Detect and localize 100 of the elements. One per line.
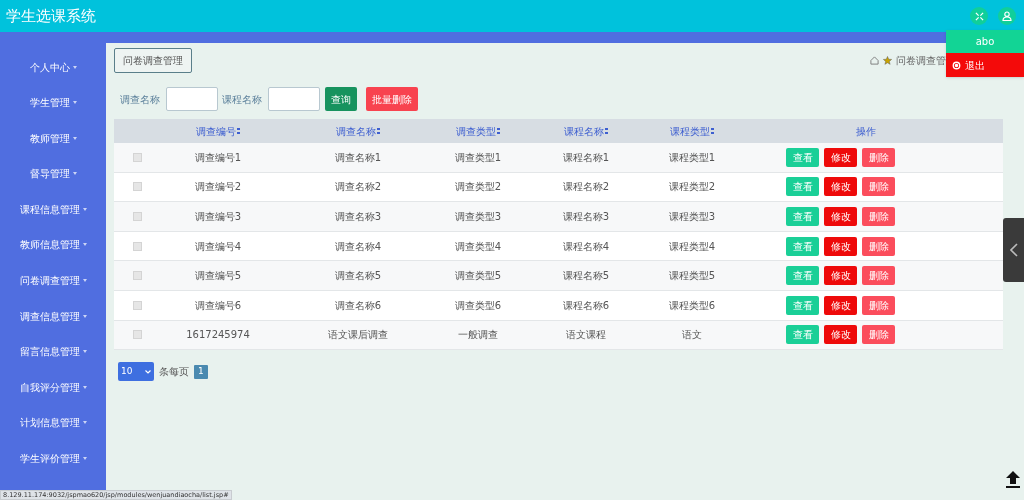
table-cell-text: 课程名称4: [562, 239, 610, 254]
sort-icon: [237, 128, 240, 134]
table-cell-text: 课程类型4: [668, 239, 716, 254]
row-checkbox[interactable]: [132, 241, 142, 251]
field-label: 调查名称: [120, 92, 160, 107]
caret-icon: [82, 207, 87, 211]
caret-icon: [82, 314, 87, 318]
sidebar-item[interactable]: 教师信息管理: [0, 235, 106, 254]
page-title: 问卷调查管理: [114, 48, 192, 73]
delete-button[interactable]: 删除: [862, 266, 895, 286]
delete-button[interactable]: 删除: [862, 147, 895, 167]
page-button[interactable]: 1: [194, 364, 208, 379]
table-cell-text: 调查名称3: [334, 210, 382, 224]
row-checkbox[interactable]: [132, 212, 142, 221]
column-header[interactable]: 调查编号: [196, 123, 240, 139]
edit-button[interactable]: 修改: [824, 236, 857, 256]
delete-button[interactable]: 删除: [862, 325, 895, 345]
table-cell-text: 调查类型2: [454, 180, 502, 195]
upload-arrow-icon[interactable]: [1005, 470, 1021, 488]
sidebar-item[interactable]: 学生评价管理: [0, 449, 106, 468]
table-cell-text: 调查编号5: [194, 269, 242, 284]
caret-icon: [72, 172, 77, 176]
table-cell-text: 课程名称3: [562, 210, 610, 224]
column-header[interactable]: 调查类型: [456, 123, 500, 139]
app-title: 学生选课系统: [6, 5, 96, 27]
table-cell-text: 课程类型5: [668, 269, 716, 284]
table-cell-text: 调查名称1: [334, 150, 382, 165]
table-cell-text: 课程名称6: [562, 298, 610, 313]
table-cell-text: 调查名称4: [334, 239, 382, 254]
caret-icon: [72, 101, 77, 105]
table-cell-text: 语文: [682, 328, 702, 343]
chevron-down-icon: [145, 369, 151, 374]
caret-icon: [82, 421, 87, 425]
column-header[interactable]: 课程名称: [564, 123, 608, 139]
sort-icon: [497, 128, 500, 134]
table-cell-text: 调查编号6: [194, 298, 242, 313]
logout-item[interactable]: 退出: [946, 53, 1024, 77]
table-cell-text: 调查编号4: [194, 239, 242, 254]
search-field[interactable]: [268, 87, 320, 111]
query-button[interactable]: 查询: [325, 87, 357, 111]
delete-button[interactable]: 删除: [862, 177, 895, 197]
delete-button[interactable]: 删除: [862, 207, 895, 226]
column-header[interactable]: 课程类型: [670, 123, 714, 139]
sidebar-item[interactable]: 问卷调查管理: [0, 271, 106, 290]
row-checkbox[interactable]: [132, 152, 142, 162]
page-size-select[interactable]: 10: [118, 362, 154, 382]
sidebar-item[interactable]: 学生管理: [0, 93, 106, 112]
row-checkbox[interactable]: [132, 330, 142, 340]
caret-icon: [82, 457, 87, 461]
sidebar-item[interactable]: 教师管理: [0, 129, 106, 148]
field-label: 课程名称: [222, 92, 262, 107]
delete-button[interactable]: 删除: [862, 236, 895, 256]
home-icon: [870, 56, 879, 65]
edit-button[interactable]: 修改: [824, 177, 857, 197]
table-cell-text: 调查编号1: [194, 150, 242, 165]
per-page-label: 条每页: [159, 365, 189, 380]
sidebar-item[interactable]: 督导管理: [0, 164, 106, 183]
star-icon: [883, 56, 892, 65]
user-button[interactable]: [998, 7, 1016, 25]
table-cell-text: 课程名称1: [562, 150, 610, 165]
row-checkbox[interactable]: [132, 182, 142, 192]
breadcrumb-text: 问卷调查管: [896, 54, 946, 68]
caret-icon: [72, 65, 77, 69]
column-header[interactable]: 调查名称: [336, 123, 380, 139]
sidebar-item[interactable]: 自我评分管理: [0, 378, 106, 397]
batch-delete-button[interactable]: 批量删除: [366, 87, 418, 111]
sidebar-item[interactable]: 计划信息管理: [0, 413, 106, 432]
sidebar-item[interactable]: 调查信息管理: [0, 307, 106, 326]
table-cell-text: 调查类型4: [454, 239, 502, 254]
column-header: 操作: [855, 124, 876, 139]
table-cell-text: 课程类型3: [668, 210, 716, 224]
caret-icon: [72, 136, 77, 140]
fullscreen-button[interactable]: [970, 7, 988, 25]
table-cell-text: 调查编号3: [194, 210, 242, 224]
row-checkbox[interactable]: [132, 271, 142, 281]
sort-icon: [377, 128, 380, 134]
search-field[interactable]: [166, 87, 218, 111]
edit-button[interactable]: 修改: [824, 325, 857, 345]
chevron-left-icon: [1009, 243, 1018, 257]
caret-icon: [82, 243, 87, 247]
delete-button[interactable]: 删除: [862, 295, 895, 315]
table-cell-text: 调查名称2: [334, 180, 382, 195]
table-cell-text: 调查名称5: [334, 269, 382, 284]
table-cell-text: 语文课后调查: [328, 328, 388, 343]
sidebar-item[interactable]: 留言信息管理: [0, 342, 106, 361]
edit-button[interactable]: 修改: [824, 207, 857, 226]
table-cell-text: 课程名称2: [562, 180, 610, 195]
table-cell-text: 课程名称5: [562, 269, 610, 284]
sidebar-item[interactable]: 个人中心: [0, 58, 106, 76]
table-cell-text: 调查编号2: [194, 180, 242, 195]
edit-button[interactable]: 修改: [824, 266, 857, 286]
sidebar-item[interactable]: 课程信息管理: [0, 200, 106, 219]
table-cell-text: 1617245974: [186, 328, 250, 343]
caret-icon: [82, 385, 87, 389]
edit-button[interactable]: 修改: [824, 147, 857, 167]
edit-button[interactable]: 修改: [824, 295, 857, 315]
row-checkbox[interactable]: [132, 300, 142, 310]
logout-icon: [952, 60, 961, 70]
side-panel-toggle[interactable]: [1003, 218, 1024, 282]
table-cell-text: 一般调查: [458, 328, 498, 343]
